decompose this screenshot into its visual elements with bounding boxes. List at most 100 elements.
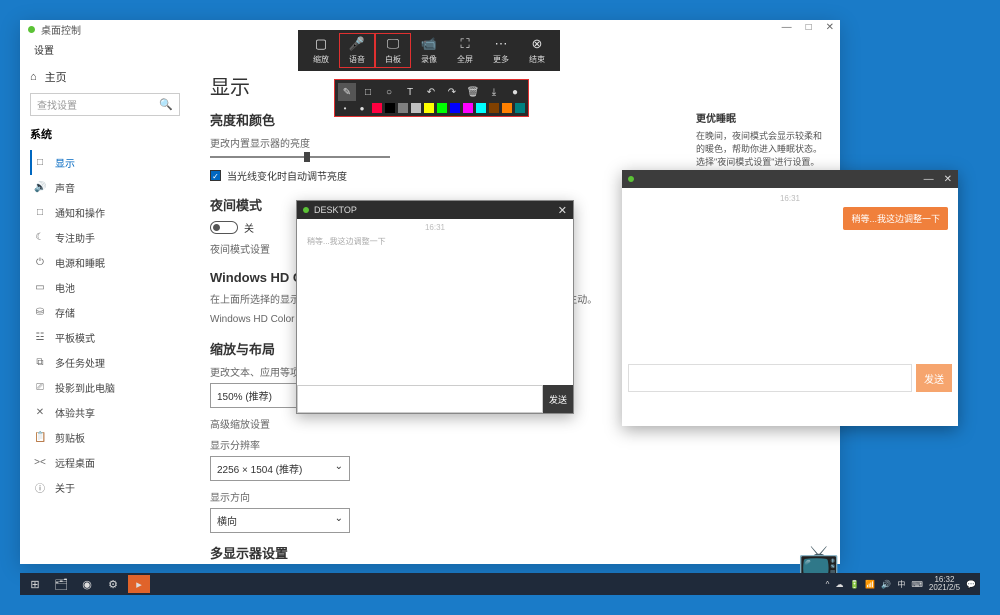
tray-battery-icon[interactable]: 🔋 [849, 580, 859, 589]
brightness-slider[interactable] [210, 156, 390, 158]
close-button[interactable]: ✕ [944, 174, 952, 185]
close-button[interactable]: ✕ [558, 204, 567, 217]
send-button[interactable]: 发送 [916, 364, 952, 392]
draw-tool[interactable]: 🗑 [464, 83, 482, 101]
toolbar-button[interactable]: ⛶全屏 [448, 34, 482, 67]
sidebar-item[interactable]: ><远程桌面 [30, 450, 180, 475]
send-button[interactable]: 发送 [543, 385, 573, 413]
start-button[interactable]: ⊞ [24, 575, 46, 593]
toolbar-label: 结束 [529, 54, 545, 65]
toolbar-button[interactable]: ▢缩放 [304, 34, 338, 67]
whiteboard-toolbar: ✎□○T↶↷🗑⤓● • ● [335, 80, 528, 116]
color-swatch[interactable] [476, 103, 486, 113]
maximize-button[interactable]: □ [806, 22, 812, 33]
sidebar-item[interactable]: ▭电池 [30, 275, 180, 300]
draw-tool[interactable]: T [401, 83, 419, 101]
tray-wifi-icon[interactable]: 📶 [865, 580, 875, 589]
toolbar-button[interactable]: ⋯更多 [484, 34, 518, 67]
taskbar-settings-icon[interactable]: ⚙ [102, 575, 124, 593]
dot-icon[interactable]: ● [355, 104, 369, 113]
draw-tool[interactable]: ⤓ [485, 83, 503, 101]
taskbar-chrome-icon[interactable]: ◉ [76, 575, 98, 593]
sidebar-item[interactable]: ⧉多任务处理 [30, 350, 180, 375]
nav-icon: ⛁ [34, 307, 46, 318]
tray-keyboard-icon[interactable]: ⌨ [911, 580, 923, 589]
night-toggle[interactable] [210, 221, 238, 234]
toolbar-button[interactable]: 📹录像 [412, 34, 446, 67]
color-swatch[interactable] [502, 103, 512, 113]
draw-tool[interactable]: □ [359, 83, 377, 101]
nav-icon: ▭ [34, 282, 46, 293]
chat-input[interactable] [628, 364, 912, 392]
nav-label: 通知和操作 [55, 205, 105, 220]
color-swatch[interactable] [372, 103, 382, 113]
draw-tool[interactable]: ↷ [443, 83, 461, 101]
home-button[interactable]: ⌂ 主页 [30, 69, 180, 85]
tray-up-icon[interactable]: ^ [826, 580, 830, 589]
color-swatch[interactable] [385, 103, 395, 113]
sidebar-item[interactable]: ☳平板模式 [30, 325, 180, 350]
taskbar-app-icon[interactable]: ▸ [128, 575, 150, 593]
nav-icon: □ [34, 157, 46, 168]
nav-icon: >< [34, 457, 46, 468]
pointer-icon[interactable]: • [338, 104, 352, 113]
sidebar-item[interactable]: ⏻电源和睡眠 [30, 250, 180, 275]
color-swatch[interactable] [411, 103, 421, 113]
tray-ime[interactable]: 中 [897, 579, 905, 590]
resolution-select[interactable]: 2256 × 1504 (推荐)⌄ [210, 456, 350, 481]
close-button[interactable]: ✕ [826, 22, 834, 33]
toolbar-label: 语音 [349, 54, 365, 65]
tray-cloud-icon[interactable]: ☁ [835, 580, 843, 589]
tray-volume-icon[interactable]: 🔊 [881, 580, 891, 589]
multi-sub[interactable]: 连接到无线显示器 [210, 568, 820, 569]
nav-icon: 📋 [34, 432, 46, 443]
toolbar-icon: 📹 [421, 36, 437, 52]
nav-icon: 🔊 [34, 182, 46, 193]
toolbar-button[interactable]: 🎤 语音 [340, 34, 374, 67]
sidebar-item[interactable]: □显示 [30, 150, 180, 175]
minimize-button[interactable]: — [924, 174, 934, 185]
chat-titlebar: DESKTOP ✕ [297, 201, 573, 219]
chat-input[interactable] [297, 385, 543, 413]
color-swatch[interactable] [463, 103, 473, 113]
color-swatch[interactable] [489, 103, 499, 113]
toolbar-label: 全屏 [457, 54, 473, 65]
toolbar-button[interactable]: ⊗ 结束 [520, 34, 554, 67]
toolbar-icon: 🖵 [387, 36, 400, 52]
remote-toolbar: ▢缩放 🎤 语音 🖵白板📹录像⛶全屏⋯更多 ⊗ 结束 [298, 30, 560, 71]
draw-tool[interactable]: ↶ [422, 83, 440, 101]
nav-label: 关于 [55, 480, 75, 495]
taskbar-clock[interactable]: 16:32 2021/2/5 [929, 576, 960, 592]
sidebar-item[interactable]: 🔊声音 [30, 175, 180, 200]
color-swatch[interactable] [515, 103, 525, 113]
color-swatch[interactable] [424, 103, 434, 113]
toolbar-icon: ⊗ [532, 36, 543, 52]
color-swatch[interactable] [437, 103, 447, 113]
color-swatch[interactable] [450, 103, 460, 113]
sidebar-item[interactable]: □通知和操作 [30, 200, 180, 225]
orientation-select[interactable]: 横向⌄ [210, 508, 350, 533]
toolbar-icon: ▢ [315, 36, 327, 52]
chat-window-remote: — ✕ 16:31 稍等...我这边调整一下 发送 [622, 170, 958, 426]
minimize-button[interactable]: — [782, 22, 792, 33]
sidebar-item[interactable]: ⓘ关于 [30, 475, 180, 500]
sidebar-item[interactable]: ✕体验共享 [30, 400, 180, 425]
search-input[interactable]: 查找设置 🔍 [30, 93, 180, 116]
sidebar-item[interactable]: ⎚投影到此电脑 [30, 375, 180, 400]
right-info-title: 更优睡眠 [696, 110, 826, 125]
sidebar-item[interactable]: ⛁存储 [30, 300, 180, 325]
draw-tool[interactable]: ● [506, 83, 524, 101]
notifications-icon[interactable]: 💬 [966, 580, 976, 589]
slider-thumb[interactable] [304, 152, 310, 162]
orient-value: 横向 [217, 513, 237, 528]
draw-tool[interactable]: ○ [380, 83, 398, 101]
toolbar-icon: ⋯ [495, 36, 508, 52]
sidebar-item[interactable]: ☾专注助手 [30, 225, 180, 250]
status-dot-icon [628, 176, 634, 182]
toolbar-icon: 🎤 [349, 36, 365, 52]
draw-tool[interactable]: ✎ [338, 83, 356, 101]
sidebar-item[interactable]: 📋剪贴板 [30, 425, 180, 450]
taskbar-explorer-icon[interactable]: 🗂 [50, 575, 72, 593]
toolbar-button[interactable]: 🖵白板 [376, 34, 410, 67]
color-swatch[interactable] [398, 103, 408, 113]
